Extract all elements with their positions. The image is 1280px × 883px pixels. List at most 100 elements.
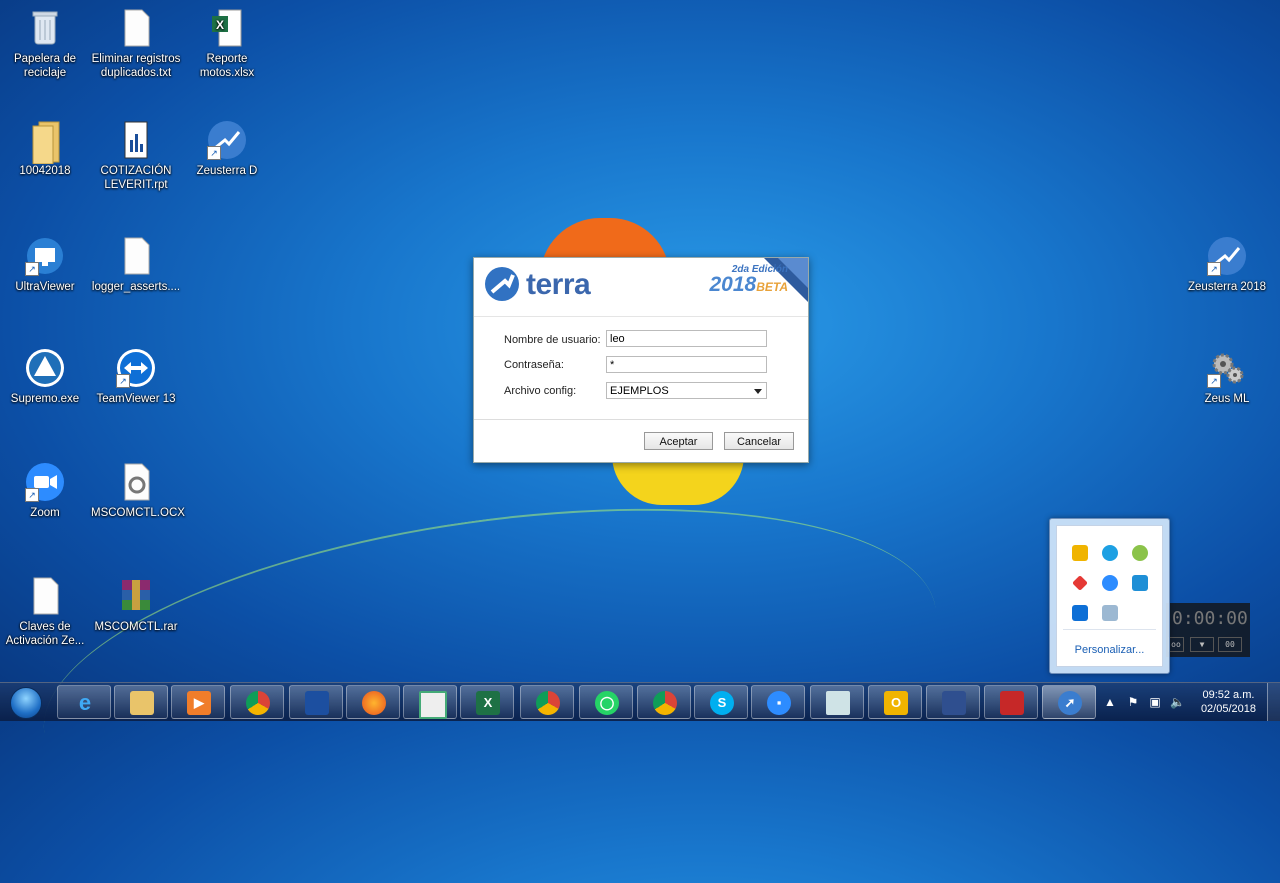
timer-button-right[interactable]: 00 bbox=[1218, 637, 1242, 652]
password-input[interactable]: * bbox=[606, 356, 767, 373]
timer-display: 0:00:00 bbox=[1172, 608, 1248, 629]
outlook-tray-icon[interactable] bbox=[1072, 545, 1088, 561]
desktop-icon-teamviewer[interactable]: ↗ TeamViewer 13 bbox=[91, 348, 181, 406]
show-hidden-icons-button[interactable]: ▲ bbox=[1103, 695, 1117, 709]
taskbar-firefox[interactable] bbox=[346, 685, 400, 719]
taskbar-skype[interactable]: S bbox=[694, 685, 748, 719]
desktop-icon-reporte-motos[interactable]: X Reporte motos.xlsx bbox=[182, 8, 272, 80]
anydesk-tray-icon[interactable] bbox=[1072, 575, 1088, 591]
edition-beta-tag: BETA bbox=[756, 280, 788, 294]
taskbar-whatsapp[interactable]: ◯ bbox=[579, 685, 633, 719]
network-tray-icon[interactable] bbox=[1132, 575, 1148, 591]
text-file-icon bbox=[116, 8, 156, 48]
taskbar: e ▶ X ◯ S ▪ O ➚ ▲ ⚑ ▣ 🔈 09:52 a.m. 02/05… bbox=[0, 682, 1280, 721]
desktop-icon-recycle-bin[interactable]: Papelera de reciclaje bbox=[0, 8, 90, 80]
file-explorer-icon bbox=[130, 691, 154, 715]
accept-button[interactable]: Aceptar bbox=[644, 432, 713, 450]
supremo-icon bbox=[25, 348, 65, 388]
taskbar-excel[interactable]: X bbox=[460, 685, 514, 719]
desktop-icon-zeusterra-d[interactable]: ↗ Zeusterra D bbox=[182, 120, 272, 178]
desktop-icon-label: Claves de Activación Ze... bbox=[5, 621, 85, 647]
skype-tray-icon[interactable] bbox=[1102, 545, 1118, 561]
desktop-icon-zeus-ml[interactable]: ↗ Zeus ML bbox=[1182, 348, 1272, 406]
volume-icon[interactable]: 🔈 bbox=[1170, 695, 1185, 709]
desktop-icon-zoom[interactable]: ↗ Zoom bbox=[0, 462, 90, 520]
desktop-icon-label: COTIZACIÓN LEVERIT.rpt bbox=[100, 165, 172, 191]
chrome-icon bbox=[246, 691, 270, 715]
start-button[interactable] bbox=[4, 685, 48, 719]
desktop-icon-supremo[interactable]: Supremo.exe bbox=[0, 348, 90, 406]
timer-button-left[interactable]: oo bbox=[1168, 637, 1184, 652]
taskbar-zoom[interactable]: ▪ bbox=[751, 685, 805, 719]
tray-overflow-popup: Personalizar... bbox=[1049, 518, 1170, 674]
svg-text:X: X bbox=[216, 18, 224, 32]
password-label: Contraseña: bbox=[504, 359, 564, 371]
desktop-icon-eliminar-registros[interactable]: Eliminar registros duplicados.txt bbox=[91, 8, 181, 80]
taskbar-remote-desktop[interactable] bbox=[289, 685, 343, 719]
taskbar-file-explorer[interactable] bbox=[114, 685, 168, 719]
desktop-icon-zeusterra-2018[interactable]: ↗ Zeusterra 2018 bbox=[1182, 236, 1272, 294]
edition-badge: 2da Edición 2018BETA bbox=[710, 264, 789, 295]
show-desktop-button[interactable] bbox=[1267, 683, 1280, 721]
chrome-icon bbox=[536, 691, 560, 715]
excel-file-icon: X bbox=[207, 8, 247, 48]
taskbar-chrome-1[interactable] bbox=[230, 685, 284, 719]
desktop-icon-folder-10042018[interactable]: 10042018 bbox=[0, 120, 90, 178]
shortcut-arrow-icon: ↗ bbox=[207, 146, 221, 160]
clock-date: 02/05/2018 bbox=[1200, 703, 1256, 715]
desktop-icon-ultraviewer[interactable]: ↗ UltraViewer bbox=[0, 236, 90, 294]
desktop-icon-label: Zoom bbox=[30, 507, 60, 519]
chrome-icon bbox=[653, 691, 677, 715]
taskbar-window[interactable] bbox=[403, 685, 457, 719]
ocx-file-icon bbox=[116, 462, 156, 502]
virtualbox-icon bbox=[942, 691, 966, 715]
username-input[interactable]: leo bbox=[606, 330, 767, 347]
taskbar-media-player[interactable]: ▶ bbox=[171, 685, 225, 719]
taskbar-toolbox[interactable] bbox=[984, 685, 1038, 719]
winrar-icon bbox=[116, 576, 156, 616]
internet-explorer-icon: e bbox=[78, 690, 92, 715]
dialog-header: terra 2da Edición 2018BETA bbox=[474, 258, 808, 317]
zoom-tray-icon[interactable] bbox=[1102, 575, 1118, 591]
config-select[interactable]: EJEMPLOS bbox=[606, 382, 767, 399]
notepad-icon bbox=[826, 691, 850, 715]
customize-link[interactable]: Personalizar... bbox=[1057, 644, 1162, 656]
desktop-icon-logger-asserts[interactable]: logger_asserts.... bbox=[91, 236, 181, 294]
taskbar-zeusterra-active[interactable]: ➚ bbox=[1042, 685, 1096, 719]
timer-dropdown[interactable]: ▼ bbox=[1190, 637, 1214, 652]
firefox-icon bbox=[362, 691, 386, 715]
username-label: Nombre de usuario: bbox=[504, 334, 601, 346]
taskbar-notepad[interactable] bbox=[810, 685, 864, 719]
drive-tray-icon[interactable] bbox=[1102, 605, 1118, 621]
toolbox-icon bbox=[1000, 691, 1024, 715]
shortcut-arrow-icon: ↗ bbox=[1207, 262, 1221, 276]
desktop-icon-cotizacion[interactable]: COTIZACIÓN LEVERIT.rpt bbox=[91, 120, 181, 192]
taskbar-chrome-3[interactable] bbox=[637, 685, 691, 719]
text-file-icon bbox=[25, 576, 65, 616]
terra-logo-icon bbox=[485, 267, 519, 301]
window-icon bbox=[419, 691, 447, 719]
windows-logo-icon bbox=[10, 687, 42, 719]
folder-icon bbox=[25, 120, 65, 165]
taskbar-clock[interactable]: 09:52 a.m. 02/05/2018 bbox=[1201, 688, 1256, 716]
cancel-button[interactable]: Cancelar bbox=[724, 432, 794, 450]
sync-tray-icon[interactable] bbox=[1132, 545, 1148, 561]
zoom-icon: ▪ bbox=[767, 691, 791, 715]
config-select-value: EJEMPLOS bbox=[610, 385, 669, 397]
desktop-icon-mscomctl-rar[interactable]: MSCOMCTL.rar bbox=[91, 576, 181, 634]
action-center-flag-icon[interactable]: ⚑ bbox=[1126, 695, 1140, 709]
gears-icon: ↗ bbox=[1207, 348, 1247, 388]
taskbar-virtualbox[interactable] bbox=[926, 685, 980, 719]
taskbar-chrome-2[interactable] bbox=[520, 685, 574, 719]
recycle-bin-icon bbox=[25, 8, 65, 48]
desktop-icon-mscomctl-ocx[interactable]: MSCOMCTL.OCX bbox=[91, 462, 185, 520]
outlook-icon: O bbox=[884, 691, 908, 715]
teamviewer-tray-icon[interactable] bbox=[1072, 605, 1088, 621]
shortcut-arrow-icon: ↗ bbox=[25, 262, 39, 276]
desktop-icon-claves[interactable]: Claves de Activación Ze... bbox=[0, 576, 90, 648]
taskbar-outlook[interactable]: O bbox=[868, 685, 922, 719]
media-player-icon: ▶ bbox=[187, 691, 211, 715]
network-icon[interactable]: ▣ bbox=[1148, 695, 1162, 709]
taskbar-internet-explorer[interactable]: e bbox=[57, 685, 111, 719]
skype-icon: S bbox=[710, 691, 734, 715]
